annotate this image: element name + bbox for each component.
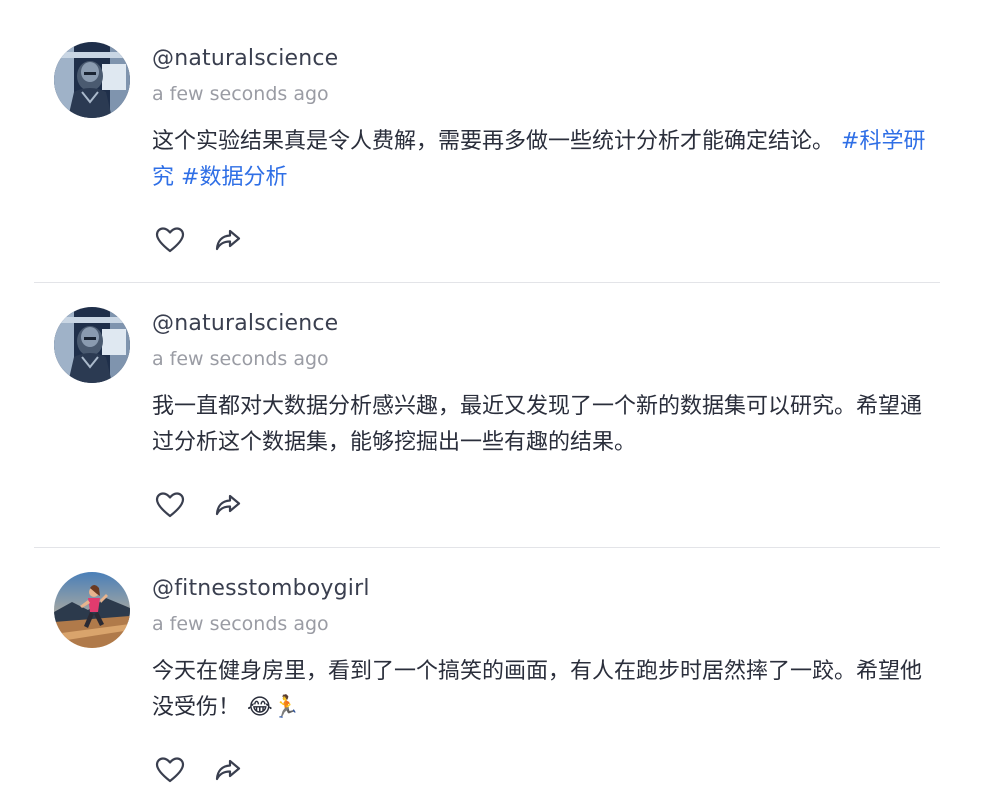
post-actions [154,754,244,786]
share-button[interactable] [212,489,244,521]
like-button[interactable] [154,489,186,521]
share-icon [215,494,241,516]
post-header: @naturalscience a few seconds ago [152,309,338,374]
timestamp: a few seconds ago [152,613,329,635]
heart-icon [155,757,185,783]
runner-emoji: 🏃 [272,695,301,720]
post-content: 我一直都对大数据分析感兴趣，最近又发现了一个新的数据集可以研究。希望通过分析这个… [152,394,923,455]
post-header: @naturalscience a few seconds ago [152,44,338,109]
post-actions [154,489,244,521]
runner-girl-avatar-image [54,572,130,648]
user-handle[interactable]: @naturalscience [152,44,338,74]
post-header: @fitnesstomboygirl a few seconds ago [152,574,370,639]
hashtag-link[interactable]: #数据分析 [181,165,287,190]
like-button[interactable] [154,754,186,786]
post-actions [154,224,244,256]
post-text: 我一直都对大数据分析感兴趣，最近又发现了一个新的数据集可以研究。希望通过分析这个… [152,389,932,461]
avatar[interactable] [54,42,130,118]
user-handle[interactable]: @naturalscience [152,309,338,339]
robot-scientist-avatar-image [54,307,130,383]
avatar[interactable] [54,307,130,383]
share-icon [215,229,241,251]
timestamp: a few seconds ago [152,83,329,105]
post-feed: @naturalscience a few seconds ago 这个实验结果… [34,0,940,809]
post-text: 这个实验结果真是令人费解，需要再多做一些统计分析才能确定结论。 #科学研究 #数… [152,124,932,196]
post-content: 这个实验结果真是令人费解，需要再多做一些统计分析才能确定结论。 [152,129,835,154]
post-card: @naturalscience a few seconds ago 这个实验结果… [34,0,940,283]
avatar[interactable] [54,572,130,648]
share-icon [215,759,241,781]
robot-scientist-avatar-image [54,42,130,118]
like-button[interactable] [154,224,186,256]
share-button[interactable] [212,224,244,256]
post-text: 今天在健身房里，看到了一个搞笑的画面，有人在跑步时居然摔了一跤。希望他没受伤！ … [152,654,932,726]
share-button[interactable] [212,754,244,786]
post-card: @fitnesstomboygirl a few seconds ago 今天在… [34,548,940,809]
laughing-emoji: 😂 [247,695,273,720]
heart-icon [155,492,185,518]
post-card: @naturalscience a few seconds ago 我一直都对大… [34,283,940,548]
heart-icon [155,227,185,253]
user-handle[interactable]: @fitnesstomboygirl [152,574,370,604]
timestamp: a few seconds ago [152,348,329,370]
